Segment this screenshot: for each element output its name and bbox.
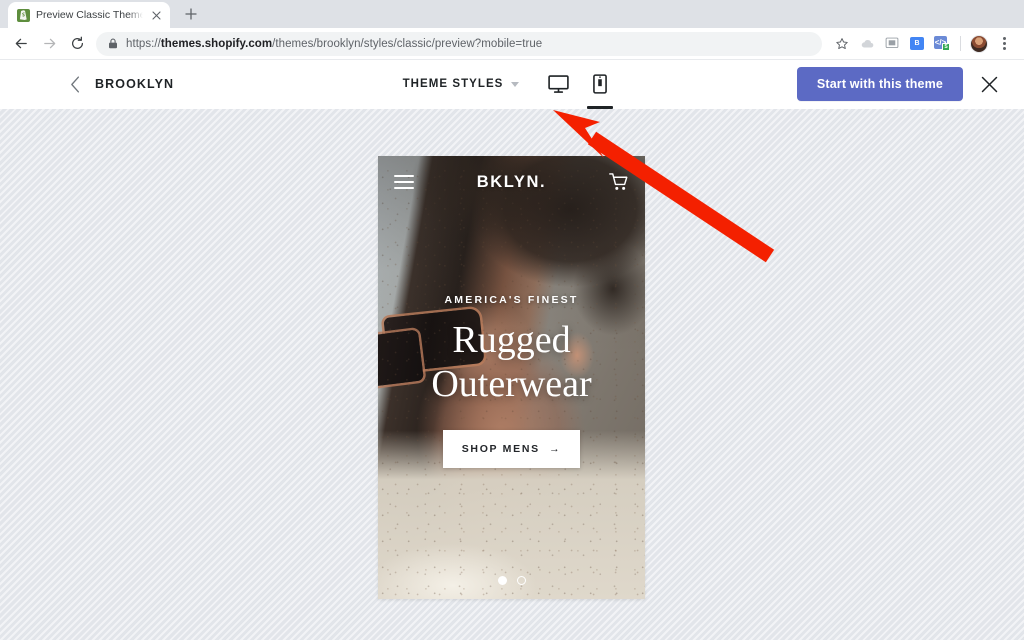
preview-bar-left: BROOKLYN [0,75,175,93]
page-title: BROOKLYN [95,77,175,91]
hamburger-menu-icon[interactable] [394,175,414,189]
start-with-this-theme-button[interactable]: Start with this theme [796,67,963,101]
tab-title: Preview Classic Theme - Brook [36,9,143,21]
store-logo: BKLYN. [476,172,547,191]
store-header: BKLYN. [378,156,645,208]
kebab-menu-icon[interactable] [992,31,1016,57]
extension-icon-one[interactable]: B [905,31,929,57]
browser-tab[interactable]: Preview Classic Theme - Brook [8,2,170,28]
cloud-icon[interactable] [855,31,879,57]
mobile-preview-frame: BKLYN. AMERICA'S FINEST Rugged Outerwear… [378,156,645,599]
preview-stage: BKLYN. AMERICA'S FINEST Rugged Outerwear… [0,109,1024,640]
browser-toolbar: https://themes.shopify.com/themes/brookl… [0,28,1024,60]
shop-mens-button[interactable]: SHOP MENS → [442,430,581,469]
back-chevron-icon[interactable] [70,75,81,93]
tab-strip: Preview Classic Theme - Brook [0,0,1024,28]
reload-icon[interactable] [64,31,90,57]
address-bar-url: https://themes.shopify.com/themes/brookl… [126,37,543,50]
extension-icon-two[interactable]: </> S [930,31,954,57]
cast-icon[interactable] [880,31,904,57]
avatar[interactable] [967,31,991,57]
extension-one-label: B [910,37,924,50]
carousel-dot-active[interactable] [497,576,507,585]
hero-headline-line1: Rugged [452,319,571,361]
extension-two-badge: S [942,43,950,51]
back-arrow-icon[interactable] [8,31,34,57]
shop-mens-label: SHOP MENS [461,443,540,456]
tab-mobile-view[interactable] [579,60,621,109]
mobile-phone-icon [593,74,608,94]
star-icon[interactable] [830,31,854,57]
hero-eyebrow: AMERICA'S FINEST [444,294,579,306]
new-tab-button[interactable] [178,1,204,27]
browser-window: Preview Classic Theme - Brook https://th… [0,0,1024,640]
toolbar-icon-group: B </> S [830,31,1016,57]
forward-arrow-icon[interactable] [36,31,62,57]
close-icon[interactable] [981,76,998,93]
chevron-down-icon [511,81,520,87]
tab-close-icon[interactable] [149,8,163,22]
hero-copy: AMERICA'S FINEST Rugged Outerwear SHOP M… [378,294,645,469]
lock-icon [108,38,118,49]
shopify-bag-icon [17,8,30,22]
preview-bar-right: Start with this theme [796,67,1024,101]
theme-styles-label: THEME STYLES [402,78,504,90]
shopping-cart-icon[interactable] [609,173,629,191]
address-bar[interactable]: https://themes.shopify.com/themes/brookl… [96,31,822,56]
carousel-dots [378,576,645,585]
tab-desktop-view[interactable] [537,60,579,109]
hero-headline-line2: Outerwear [431,363,592,406]
desktop-monitor-icon [548,74,569,93]
arrow-right-icon: → [549,443,562,456]
theme-preview-bar: BROOKLYN THEME STYLES Start with this th… [0,60,1024,109]
toolbar-divider [960,36,961,51]
carousel-dot[interactable] [516,576,526,585]
theme-styles-dropdown[interactable]: THEME STYLES [403,78,520,90]
